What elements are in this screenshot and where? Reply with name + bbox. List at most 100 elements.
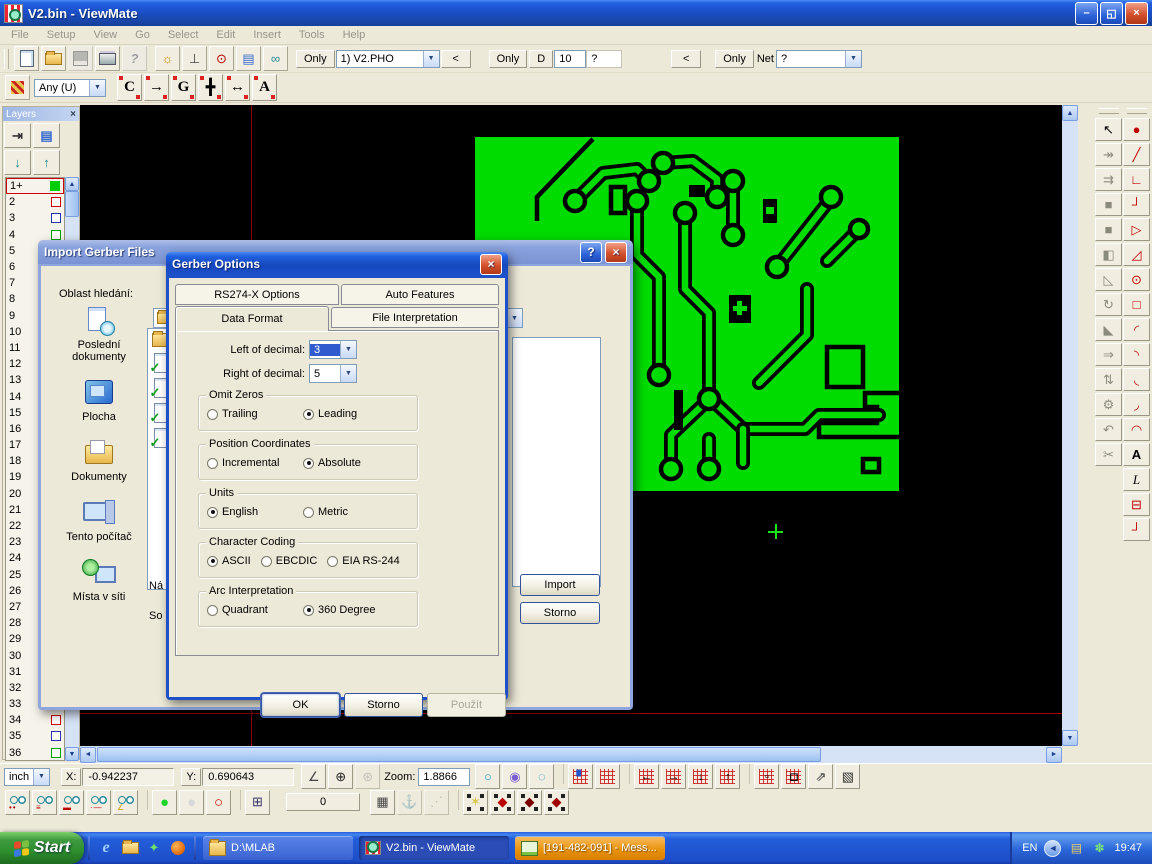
highlight-off-button[interactable]: ● xyxy=(179,790,204,815)
radio-360-degree[interactable]: 360 Degree xyxy=(303,604,376,616)
dialog-help-button[interactable]: ? xyxy=(580,242,602,263)
menu-file[interactable]: File xyxy=(2,27,38,43)
grid-points-button[interactable]: ▦ xyxy=(370,790,395,815)
draw-corner2-button[interactable]: ┘ xyxy=(1123,518,1150,541)
ok-button[interactable]: OK xyxy=(261,693,340,717)
menu-go[interactable]: Go xyxy=(126,27,159,43)
import-button[interactable]: Import xyxy=(520,574,600,596)
menu-view[interactable]: View xyxy=(84,27,126,43)
only-net-button[interactable]: Only xyxy=(715,50,754,68)
layers-panel-header[interactable]: Layers × xyxy=(3,107,79,121)
highlight-c-button[interactable]: C xyxy=(117,74,142,101)
restore-button[interactable]: ◱ xyxy=(1100,2,1123,25)
task-message[interactable]: [191-482-091] - Mess... xyxy=(515,836,665,860)
gerber-cancel-button[interactable]: Storno xyxy=(344,693,423,717)
radio-quadrant[interactable]: Quadrant xyxy=(207,604,293,616)
tile-views-button[interactable]: ⊞ xyxy=(245,790,270,815)
draw-arc-half-button[interactable]: ◠ xyxy=(1123,418,1150,441)
scroll-down-icon[interactable]: ▼ xyxy=(65,747,79,761)
draw-dimension-button[interactable]: ⊟ xyxy=(1123,493,1150,516)
tab-auto-features[interactable]: Auto Features xyxy=(341,284,499,305)
draw-corner-button[interactable]: ┘ xyxy=(1123,193,1150,216)
measure-angle-button[interactable]: ∠ xyxy=(301,764,326,789)
tab-data-format[interactable]: Data Format xyxy=(175,306,329,331)
radio-trailing[interactable]: Trailing xyxy=(207,408,293,420)
layer-setup-button[interactable]: ▤ xyxy=(33,123,60,148)
goto-arrow-button[interactable]: → xyxy=(144,74,169,101)
tab-file-interpretation[interactable]: File Interpretation xyxy=(331,307,499,328)
dialog-close-button[interactable]: × xyxy=(605,242,627,263)
dcode-filter-button[interactable] xyxy=(5,75,30,100)
zoom-window-button[interactable]: ◉ xyxy=(502,764,527,789)
swap-ends-button[interactable]: ↔ xyxy=(225,74,250,101)
close-button[interactable]: × xyxy=(1125,2,1148,25)
layer-colors-button[interactable]: ▤ xyxy=(236,46,261,71)
layer-swatch[interactable] xyxy=(51,715,61,725)
view-traces-button[interactable]: ·— xyxy=(86,790,111,815)
scroll-thumb[interactable] xyxy=(97,747,821,762)
layer-swatch[interactable] xyxy=(51,213,61,223)
new-button[interactable] xyxy=(14,46,39,71)
menu-edit[interactable]: Edit xyxy=(207,27,244,43)
dcode-input[interactable]: 10 xyxy=(554,50,586,68)
draw-circle-button[interactable]: ⊙ xyxy=(1123,268,1150,291)
scroll-up-icon[interactable]: ▲ xyxy=(1062,105,1078,121)
scroll-up-icon[interactable]: ▲ xyxy=(65,177,79,191)
highlight-on-button[interactable]: ● xyxy=(152,790,177,815)
layer-swatch[interactable] xyxy=(51,230,61,240)
language-indicator[interactable]: EN xyxy=(1022,842,1037,854)
snap-cross-button[interactable]: ╋ xyxy=(198,74,223,101)
folder-quicklaunch-icon[interactable] xyxy=(120,838,140,858)
move-layer-up-button[interactable]: ↑ xyxy=(33,150,60,175)
menu-tools[interactable]: Tools xyxy=(290,27,334,43)
tray-flower-icon[interactable]: ✽ xyxy=(1091,840,1107,856)
tray-note-icon[interactable]: ▤ xyxy=(1068,840,1084,856)
place-computer[interactable]: Tento počítač xyxy=(51,498,147,543)
select-area-button[interactable]: ▧ xyxy=(835,764,860,789)
radio-ascii[interactable]: ASCII xyxy=(207,555,251,567)
select-cursor-button[interactable]: ↖ xyxy=(1095,118,1122,141)
view-dcodes-button[interactable]: •• xyxy=(5,790,30,815)
menu-insert[interactable]: Insert xyxy=(244,27,290,43)
pan-left-button[interactable]: ← xyxy=(634,764,659,789)
zoom-in-button[interactable]: ○ xyxy=(475,764,500,789)
grid-value-field[interactable]: 0 xyxy=(286,793,360,811)
pattern-pad-small-button[interactable]: ◆ xyxy=(544,790,569,815)
highlight-ring-button[interactable]: ○ xyxy=(206,790,231,815)
canvas-horizontal-scrollbar[interactable]: ◄ ► xyxy=(80,746,1062,763)
grid-corner-button[interactable]: ▘ xyxy=(568,764,593,789)
layer-row-2[interactable]: 2 xyxy=(6,194,64,210)
scroll-down-icon[interactable]: ▼ xyxy=(1062,730,1078,746)
tab-rs274x-options[interactable]: RS274-X Options xyxy=(175,284,339,305)
menu-setup[interactable]: Setup xyxy=(38,27,85,43)
minimize-button[interactable]: – xyxy=(1075,2,1098,25)
draw-pad-button[interactable]: ● xyxy=(1123,118,1150,141)
menu-help[interactable]: Help xyxy=(334,27,375,43)
start-button[interactable]: Start xyxy=(0,832,84,864)
scroll-thumb[interactable] xyxy=(65,191,79,217)
chevron-down-icon[interactable]: ▼ xyxy=(89,80,105,96)
radio-leading[interactable]: Leading xyxy=(303,408,357,420)
draw-arc-q3-button[interactable]: ◟ xyxy=(1123,368,1150,391)
radio-incremental[interactable]: Incremental xyxy=(207,457,293,469)
aperture-list-button[interactable]: ⊥ xyxy=(182,46,207,71)
grid-area2-button[interactable]: ◻ xyxy=(781,764,806,789)
layer-swatch[interactable] xyxy=(50,181,60,191)
menu-select[interactable]: Select xyxy=(159,27,208,43)
measure-tool-button[interactable]: ∞ xyxy=(263,46,288,71)
ie-icon[interactable]: e xyxy=(96,838,116,858)
radio-eia-rs-244[interactable]: EIA RS-244 xyxy=(327,555,399,567)
net-combo[interactable]: ?▼ xyxy=(776,50,862,68)
view-lines-button[interactable]: ≡ xyxy=(32,790,57,815)
scroll-right-icon[interactable]: ► xyxy=(1046,747,1062,763)
tray-chevron-icon[interactable]: ◄ xyxy=(1044,840,1061,857)
view-sketch-button[interactable]: ∠ xyxy=(113,790,138,815)
chevron-down-icon[interactable]: ▼ xyxy=(33,769,49,785)
chevron-down-icon[interactable]: ▼ xyxy=(423,51,439,67)
zoom-selection-button[interactable]: ◌ xyxy=(529,764,554,789)
canvas-vertical-scrollbar[interactable]: ▲ ▼ xyxy=(1062,105,1078,746)
draw-rectangle-button[interactable]: □ xyxy=(1123,293,1150,316)
import-cancel-button[interactable]: Storno xyxy=(520,602,600,624)
pattern-pad-button[interactable]: ◆ xyxy=(490,790,515,815)
layer-swatch[interactable] xyxy=(51,731,61,741)
